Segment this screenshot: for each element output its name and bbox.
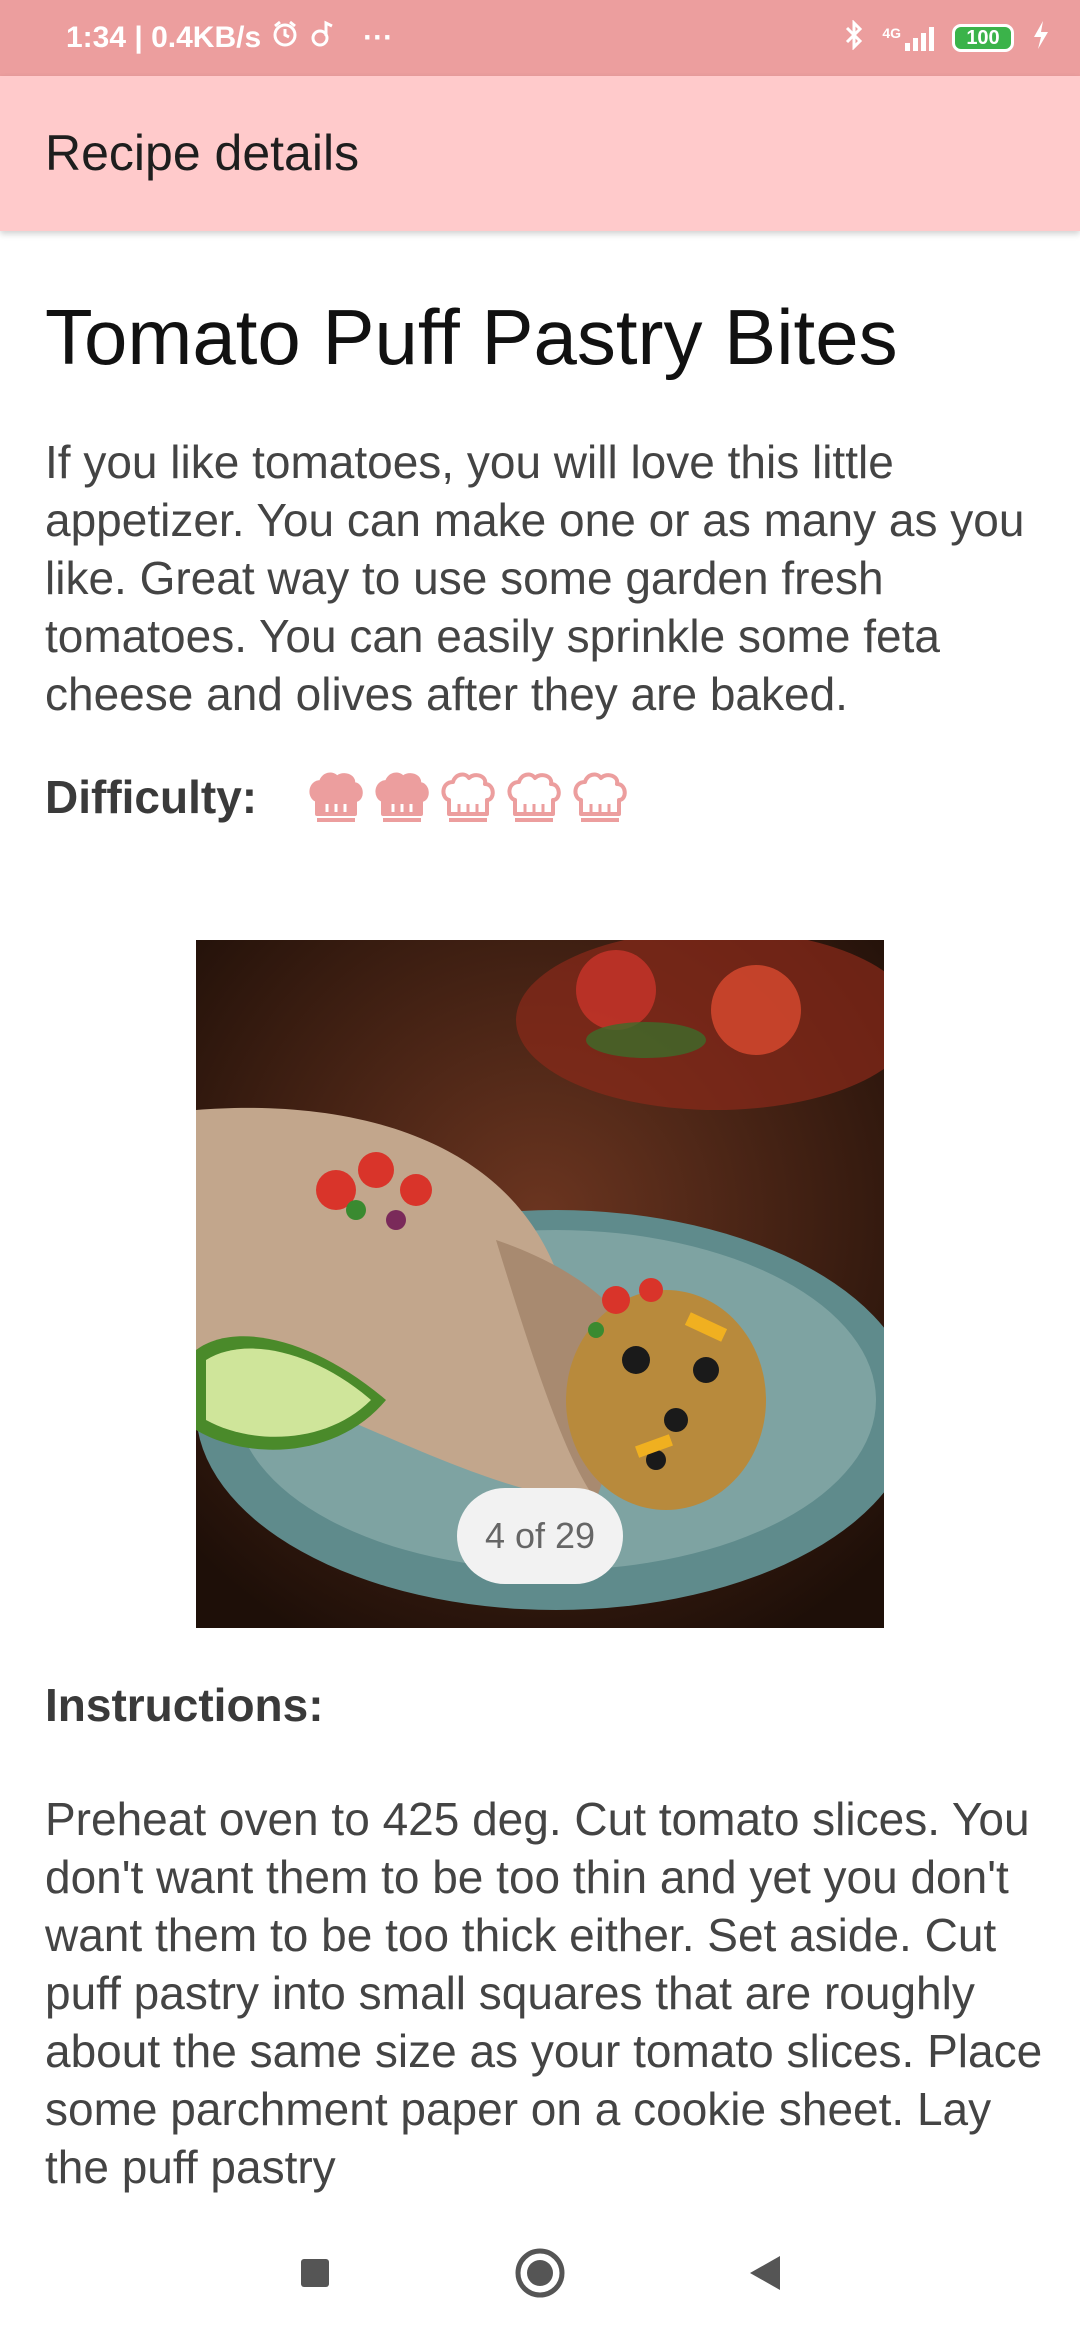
system-nav-bar	[0, 2210, 1080, 2340]
signal-icon: 4G	[882, 25, 934, 51]
status-bar-left: 1:34 | 0.4KB/s ···	[66, 0, 393, 76]
nav-recents-button[interactable]	[280, 2210, 350, 2340]
nav-home-button[interactable]	[505, 2210, 575, 2340]
square-icon	[299, 2257, 331, 2294]
instructions-text: Preheat oven to 425 deg. Cut tomato slic…	[45, 1793, 1043, 2193]
recipe-image[interactable]: 4 of 29	[196, 940, 884, 1628]
network-type: 4G	[882, 25, 901, 41]
bluetooth-icon	[844, 18, 864, 57]
difficulty-label: Difficulty:	[45, 771, 258, 823]
circle-icon	[514, 2247, 566, 2304]
music-note-icon	[309, 20, 335, 56]
chef-hat-icon-filled	[373, 768, 431, 826]
triangle-back-icon	[748, 2254, 782, 2297]
alarm-icon	[271, 20, 299, 56]
nav-back-button[interactable]	[730, 2210, 800, 2340]
chef-hat-icon-outline	[439, 768, 497, 826]
battery-level: 100	[966, 26, 1000, 49]
app-bar: Recipe details	[0, 76, 1080, 231]
charging-bolt-icon	[1032, 20, 1050, 57]
more-indicator: ···	[363, 21, 394, 54]
chef-hat-icon-outline	[571, 768, 629, 826]
chef-hat-icon-outline	[505, 768, 563, 826]
battery-indicator: 100	[952, 24, 1014, 52]
status-bar: 1:34 | 0.4KB/s ··· 4G 100	[0, 0, 1080, 76]
status-time-speed: 1:34 | 0.4KB/s	[66, 21, 262, 54]
difficulty-rating	[307, 768, 629, 826]
status-bar-right: 4G 100	[844, 0, 1050, 76]
recipe-title: Tomato Puff Pastry Bites	[45, 293, 898, 381]
recipe-description: If you like tomatoes, you will love this…	[45, 436, 1025, 720]
recipe-content: Tomato Puff Pastry Bites If you like tom…	[45, 231, 1035, 827]
image-counter: 4 of 29	[457, 1488, 623, 1584]
instructions-label: Instructions:	[45, 1679, 324, 1731]
chef-hat-icon-filled	[307, 768, 365, 826]
difficulty-row: Difficulty:	[45, 767, 1035, 827]
app-bar-title: Recipe details	[45, 125, 360, 181]
